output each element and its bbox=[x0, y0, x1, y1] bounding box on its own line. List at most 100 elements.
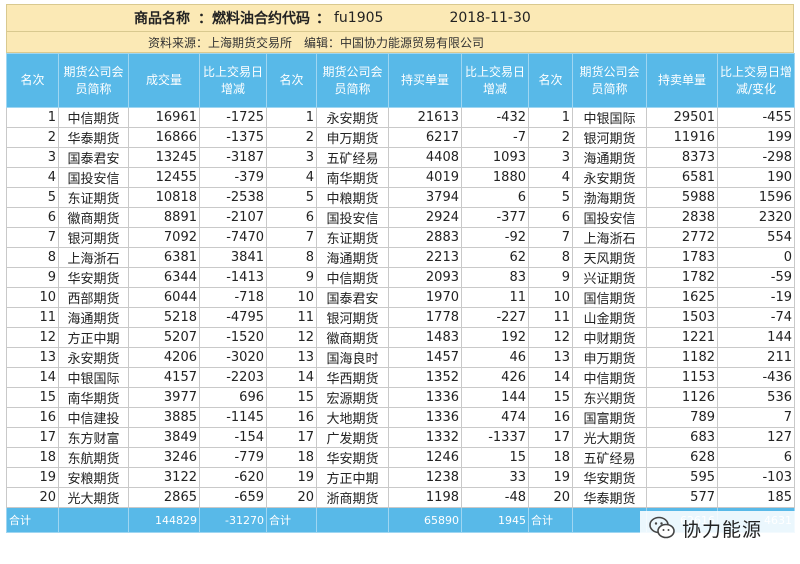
change-cell: -92 bbox=[461, 227, 529, 248]
quantity-cell: 1457 bbox=[388, 347, 462, 368]
quantity-cell: 21613 bbox=[388, 107, 462, 128]
change-cell: -1145 bbox=[199, 407, 267, 428]
quantity-cell: 1625 bbox=[646, 287, 718, 308]
rank-cell: 11 bbox=[266, 307, 317, 328]
table-row: 8 上海浙石 6381 3841 8 海通期货 2213 62 8 天风期货 1783 0 bbox=[6, 247, 795, 268]
quantity-cell: 2213 bbox=[388, 247, 462, 268]
change-cell: 199 bbox=[717, 127, 795, 148]
quantity-cell: 2093 bbox=[388, 267, 462, 288]
member-cell: 方正中期 bbox=[316, 467, 389, 488]
rank-cell: 4 bbox=[266, 167, 317, 188]
quantity-cell: 3849 bbox=[128, 427, 200, 448]
rank-cell: 9 bbox=[266, 267, 317, 288]
change-cell: 15 bbox=[461, 447, 529, 468]
quantity-cell: 11916 bbox=[646, 127, 718, 148]
quantity-cell: 1198 bbox=[388, 487, 462, 508]
table-row: 19 安粮期货 3122 -620 19 方正中期 1238 33 19 华安期货 595 -103 bbox=[6, 467, 795, 488]
rank-cell: 16 bbox=[528, 407, 573, 428]
change-cell: 46 bbox=[461, 347, 529, 368]
change-cell: 1093 bbox=[461, 147, 529, 168]
change-cell: 185 bbox=[717, 487, 795, 508]
table-row: 4 国投安信 12455 -379 4 南华期货 4019 1880 4 永安期货 6581 190 bbox=[6, 167, 795, 188]
total-label: 合计 bbox=[266, 507, 317, 533]
member-cell: 光大期货 bbox=[572, 427, 647, 448]
quantity-cell: 6581 bbox=[646, 167, 718, 188]
rank-cell: 5 bbox=[266, 187, 317, 208]
table-row: 15 南华期货 3977 696 15 宏源期货 1336 144 15 东兴期货 1126 536 bbox=[6, 387, 795, 408]
member-cell: 华西期货 bbox=[316, 367, 389, 388]
member-cell: 山金期货 bbox=[572, 307, 647, 328]
quantity-cell: 789 bbox=[646, 407, 718, 428]
table-row: 1 中信期货 16961 -1725 1 永安期货 21613 -432 1 中银国际 29501-… bbox=[6, 107, 795, 128]
rank-cell: 15 bbox=[528, 387, 573, 408]
member-cell: 光大期货 bbox=[58, 487, 129, 508]
quantity-cell: 10818 bbox=[128, 187, 200, 208]
rank-cell: 2 bbox=[266, 127, 317, 148]
rank-cell: 17 bbox=[528, 427, 573, 448]
image-crop-edge bbox=[0, 550, 800, 564]
change-cell: 1596 bbox=[717, 187, 795, 208]
table-row: 20 光大期货 2865 -659 20 浙商期货 1198 -48 20 华泰期货 577 185 bbox=[6, 487, 795, 508]
rank-cell: 1 bbox=[528, 107, 573, 128]
total-volume: 144829 bbox=[128, 507, 200, 533]
member-cell: 东航期货 bbox=[58, 447, 129, 468]
change-cell: 127 bbox=[717, 427, 795, 448]
change-cell: -436 bbox=[717, 367, 795, 388]
member-cell: 国投安信 bbox=[572, 207, 647, 228]
quantity-cell: 1126 bbox=[646, 387, 718, 408]
member-cell: 国泰君安 bbox=[316, 287, 389, 308]
change-cell: 62 bbox=[461, 247, 529, 268]
quantity-cell: 4157 bbox=[128, 367, 200, 388]
rank-cell: 4 bbox=[528, 167, 573, 188]
table-row: 11 海通期货 5218 -4795 11 银河期货 1778 -227 11 山金期货 1503-… bbox=[6, 307, 795, 328]
column-header: 比上交易日增减 bbox=[461, 53, 529, 108]
total-label: 合计 bbox=[528, 507, 573, 533]
rank-cell: 19 bbox=[6, 467, 59, 488]
table-row: 17 东方财富 3849 -154 17 广发期货 1332 -1337 17 光大期货 683 12… bbox=[6, 427, 795, 448]
member-cell: 五矿经易 bbox=[316, 147, 389, 168]
column-header: 成交量 bbox=[128, 53, 200, 108]
rank-cell: 11 bbox=[6, 307, 59, 328]
quantity-cell: 2924 bbox=[388, 207, 462, 228]
change-cell: -227 bbox=[461, 307, 529, 328]
change-cell: 7 bbox=[717, 407, 795, 428]
member-cell: 国投安信 bbox=[316, 207, 389, 228]
change-cell: -718 bbox=[199, 287, 267, 308]
member-cell: 华安期货 bbox=[572, 467, 647, 488]
change-cell: -455 bbox=[717, 107, 795, 128]
member-cell: 西部期货 bbox=[58, 287, 129, 308]
quantity-cell: 595 bbox=[646, 467, 718, 488]
table-row: 14 中银国际 4157 -2203 14 华西期货 1352 426 14 中信期货 1153 -4… bbox=[6, 367, 795, 388]
rank-cell: 4 bbox=[6, 167, 59, 188]
rank-cell: 12 bbox=[528, 327, 573, 348]
rank-cell: 3 bbox=[266, 147, 317, 168]
quantity-cell: 1778 bbox=[388, 307, 462, 328]
table-row: 16 中信建投 3885 -1145 16 大地期货 1336 474 16 国富期货 789 7 bbox=[6, 407, 795, 428]
column-header: 期货公司会员简称 bbox=[316, 53, 389, 108]
change-cell: -432 bbox=[461, 107, 529, 128]
change-cell: -48 bbox=[461, 487, 529, 508]
quantity-cell: 1336 bbox=[388, 387, 462, 408]
ranking-table: 名次 期货公司会员简称 成交量 比上交易日增减 名次 期货公司会员简称 持买单量 比上交易日增… bbox=[6, 53, 795, 533]
table-row: 2 华泰期货 16866 -1375 2 申万期货 6217 -7 2 银河期货 11916 199 bbox=[6, 127, 795, 148]
change-cell: -103 bbox=[717, 467, 795, 488]
member-cell: 华泰期货 bbox=[58, 127, 129, 148]
quantity-cell: 16866 bbox=[128, 127, 200, 148]
change-cell: 426 bbox=[461, 367, 529, 388]
member-cell: 国海良时 bbox=[316, 347, 389, 368]
rank-cell: 5 bbox=[528, 187, 573, 208]
rank-cell: 14 bbox=[528, 367, 573, 388]
column-header: 名次 bbox=[6, 53, 59, 108]
quantity-cell: 7092 bbox=[128, 227, 200, 248]
change-cell: -19 bbox=[717, 287, 795, 308]
table-row: 13 永安期货 4206 -3020 13 国海良时 1457 46 13 申万期货 1182 211 bbox=[6, 347, 795, 368]
total-buy-change: 1945 bbox=[461, 507, 529, 533]
quantity-cell: 1782 bbox=[646, 267, 718, 288]
source-row: 资料来源：上海期货交易所 编辑：中国协力能源贸易有限公司 bbox=[6, 31, 794, 53]
change-cell: -298 bbox=[717, 147, 795, 168]
rank-cell: 2 bbox=[528, 127, 573, 148]
change-cell: -1725 bbox=[199, 107, 267, 128]
rank-cell: 13 bbox=[6, 347, 59, 368]
change-cell: 6 bbox=[717, 447, 795, 468]
change-cell: -7 bbox=[461, 127, 529, 148]
